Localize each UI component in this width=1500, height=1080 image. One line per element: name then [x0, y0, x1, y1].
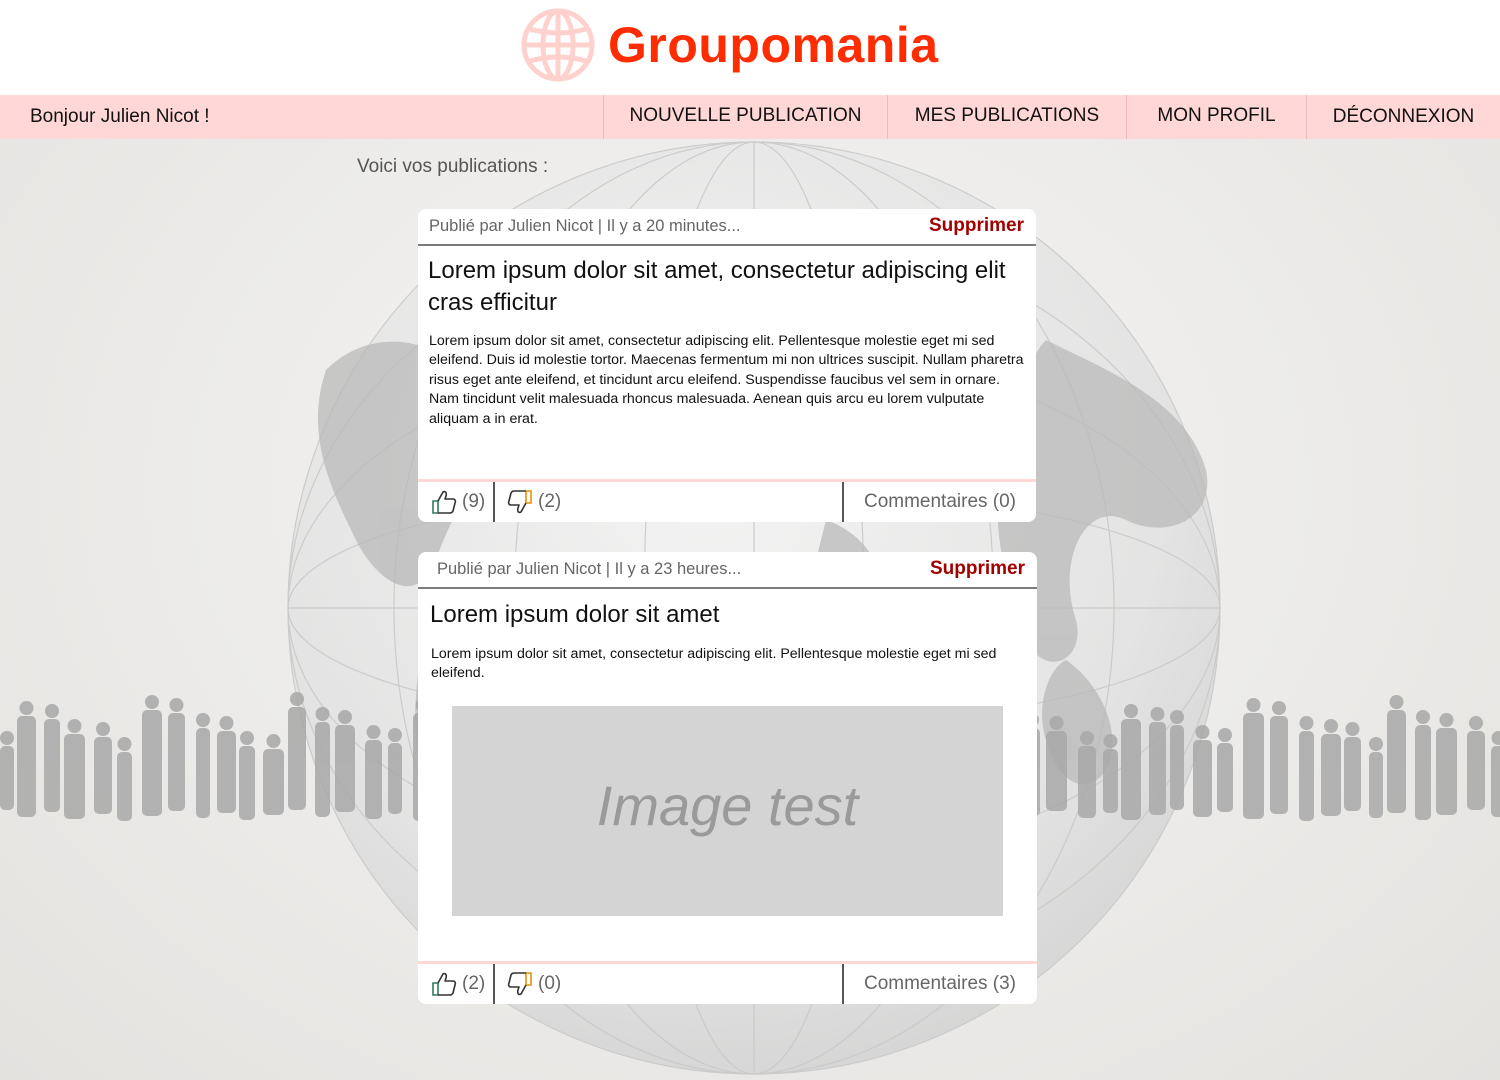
- globe-icon: [521, 8, 595, 82]
- nav-logout[interactable]: DÉCONNEXION: [1306, 95, 1500, 139]
- post-footer: (2) (0) Commentaires (3): [418, 961, 1037, 1004]
- section-title: Voici vos publications :: [357, 156, 549, 177]
- post-image: Image test: [452, 706, 1003, 916]
- post-body: Lorem ipsum dolor sit amet, consectetur …: [429, 333, 1024, 427]
- comments-link[interactable]: Commentaires (0): [844, 482, 1036, 522]
- nav-new-publication[interactable]: NOUVELLE PUBLICATION: [603, 95, 887, 139]
- nav-my-publications[interactable]: MES PUBLICATIONS: [887, 95, 1126, 139]
- footer-divider: [493, 482, 495, 522]
- brand-logo[interactable]: Groupomania: [520, 6, 939, 84]
- dislike-button[interactable]: (0): [506, 964, 561, 1004]
- comments-link[interactable]: Commentaires (3): [844, 964, 1036, 1004]
- post-meta: Publié par Julien Nicot | Il y a 20 minu…: [429, 217, 741, 235]
- footer-divider: [493, 964, 495, 1004]
- post-header: Publié par Julien Nicot | Il y a 20 minu…: [418, 209, 1036, 246]
- post-meta: Publié par Julien Nicot | Il y a 23 heur…: [437, 560, 742, 578]
- dislike-count: (2): [538, 491, 562, 512]
- post-footer: (9) (2) Commentaires (0): [418, 479, 1036, 522]
- post-title: Lorem ipsum dolor sit amet, consectetur …: [428, 257, 1006, 316]
- delete-post-button[interactable]: Supprimer: [929, 215, 1024, 237]
- thumbs-down-icon: [507, 972, 532, 996]
- logo-bar: Groupomania: [0, 0, 1500, 95]
- top-nav: Bonjour Julien Nicot ! NOUVELLE PUBLICAT…: [0, 95, 1500, 139]
- greeting-text: Bonjour Julien Nicot !: [30, 106, 210, 127]
- delete-post-button[interactable]: Supprimer: [930, 558, 1025, 580]
- thumbs-up-icon: [432, 490, 457, 514]
- like-count: (9): [462, 491, 486, 512]
- post-header: Publié par Julien Nicot | Il y a 23 heur…: [418, 552, 1037, 589]
- post-body: Lorem ipsum dolor sit amet, consectetur …: [431, 646, 997, 682]
- thumbs-up-icon: [432, 972, 457, 996]
- dislike-button[interactable]: (2): [506, 482, 561, 522]
- like-button[interactable]: (2): [430, 964, 485, 1004]
- brand-name: Groupomania: [608, 17, 939, 73]
- post-card: Publié par Julien Nicot | Il y a 23 heur…: [418, 552, 1037, 1004]
- like-button[interactable]: (9): [430, 482, 485, 522]
- post-image-caption: Image test: [596, 773, 859, 837]
- dislike-count: (0): [538, 973, 562, 994]
- nav-my-profile[interactable]: MON PROFIL: [1126, 95, 1306, 139]
- like-count: (2): [462, 973, 486, 994]
- post-title: Lorem ipsum dolor sit amet: [430, 601, 720, 628]
- thumbs-down-icon: [507, 490, 532, 514]
- post-card: Publié par Julien Nicot | Il y a 20 minu…: [418, 209, 1036, 522]
